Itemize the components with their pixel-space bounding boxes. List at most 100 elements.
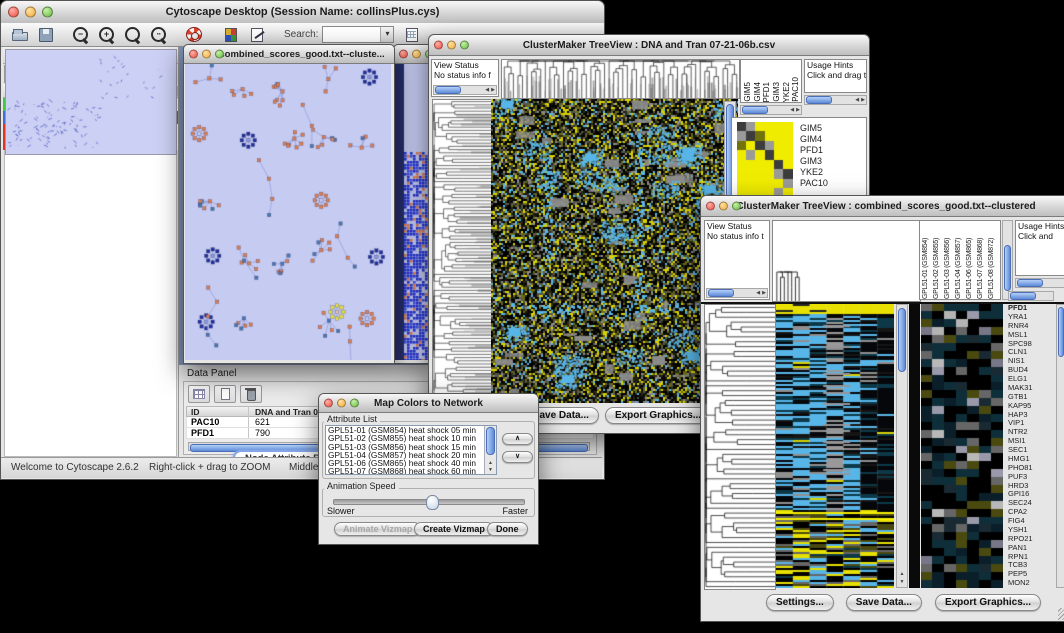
column-label[interactable]: GIM3: [772, 82, 782, 102]
maximize-icon[interactable]: [215, 50, 224, 59]
gene-vertical-scrollbar[interactable]: [1056, 304, 1064, 588]
column-label[interactable]: GPL51-08 (GSM872): [988, 238, 999, 299]
close-icon[interactable]: [399, 50, 408, 59]
heatmap-vertical-scrollbar[interactable]: [896, 304, 908, 588]
column-label[interactable]: GPL51-04 (GSM857): [955, 238, 966, 299]
scroll-up-icon[interactable]: [485, 460, 496, 467]
scrollbar-thumb[interactable]: [1004, 245, 1011, 291]
gene-label[interactable]: GIM3: [800, 156, 828, 167]
dense-network-canvas[interactable]: [395, 64, 430, 360]
column-dendrogram[interactable]: [772, 220, 921, 302]
close-icon[interactable]: [189, 50, 198, 59]
hints-scrollbar[interactable]: [804, 95, 867, 105]
toolbar-icon[interactable]: [36, 26, 56, 44]
gene-label[interactable]: PAC10: [800, 178, 828, 189]
column-scrollbar[interactable]: [740, 105, 802, 115]
column-label[interactable]: PFD1: [762, 82, 772, 102]
toolbar-icon[interactable]: [247, 26, 267, 44]
column-label[interactable]: GPL51-01 (GSM854): [922, 238, 933, 299]
gene-label[interactable]: GIM4: [800, 134, 828, 145]
minimize-icon[interactable]: [412, 50, 421, 59]
gene-label[interactable]: PFD1: [800, 145, 828, 156]
toolbar-icon[interactable]: [149, 26, 169, 44]
column-label[interactable]: GPL51-07 (GSM868): [977, 238, 988, 299]
scrollbar-thumb[interactable]: [742, 106, 768, 114]
scroll-up-icon[interactable]: [897, 570, 907, 578]
attribute-list[interactable]: GPL51-01 (GSM854) heat shock 05 minGPL51…: [325, 425, 497, 475]
minimize-icon[interactable]: [447, 41, 456, 50]
scrollbar-thumb[interactable]: [1058, 307, 1064, 357]
scroll-down-icon[interactable]: [485, 467, 496, 474]
gene-label[interactable]: YKE2: [800, 167, 828, 178]
scrollbar-thumb[interactable]: [1017, 279, 1043, 287]
search-input[interactable]: [322, 26, 394, 43]
column-label[interactable]: PAC10: [791, 77, 801, 102]
status-scrollbar[interactable]: [433, 85, 497, 95]
scroll-right-icon[interactable]: [795, 106, 801, 114]
similarity-matrix[interactable]: [737, 122, 793, 198]
summary-heatmap[interactable]: [921, 304, 1003, 588]
toolbar-icon[interactable]: [71, 26, 91, 44]
column-dendrogram[interactable]: [501, 59, 740, 99]
move-up-button[interactable]: ∧: [502, 433, 533, 445]
main-titlebar[interactable]: Cytoscape Desktop (Session Name: collins…: [1, 1, 604, 24]
scroll-right-icon[interactable]: [761, 289, 767, 297]
toolbar-icon[interactable]: [123, 26, 143, 44]
hints-scrollbar[interactable]: [1015, 278, 1064, 288]
column-label[interactable]: YKE2: [782, 82, 792, 102]
scroll-right-icon[interactable]: [860, 96, 866, 104]
network-overview-thumbnail[interactable]: [5, 49, 177, 155]
maximize-icon[interactable]: [460, 41, 469, 50]
minimize-icon[interactable]: [719, 202, 728, 211]
data-panel-icon[interactable]: [214, 385, 236, 403]
status-scrollbar[interactable]: [706, 288, 768, 298]
toolbar-icon[interactable]: [97, 26, 117, 44]
gene-label[interactable]: MON2: [1008, 579, 1054, 588]
treeview-button[interactable]: Settings...: [766, 594, 834, 611]
attribute-item[interactable]: GPL51-07 (GSM868) heat shock 60 min: [326, 467, 484, 474]
column-label[interactable]: GPL51-03 (GSM856): [944, 238, 955, 299]
scrollbar-thumb[interactable]: [486, 427, 495, 455]
maximize-icon[interactable]: [350, 399, 359, 408]
resize-grip[interactable]: [1058, 608, 1064, 620]
toolbar-icon[interactable]: [184, 26, 204, 44]
treeview2-titlebar[interactable]: ClusterMaker TreeView : combined_scores_…: [701, 196, 1064, 217]
scroll-right-icon[interactable]: [490, 86, 496, 94]
minimize-icon[interactable]: [202, 50, 211, 59]
scrollbar-thumb[interactable]: [1010, 292, 1036, 300]
dropdown-arrow-icon[interactable]: [380, 27, 393, 42]
network-titlebar[interactable]: combined_scores_good.txt--cluste...: [184, 45, 394, 64]
minimize-icon[interactable]: [337, 399, 346, 408]
list-scrollbar[interactable]: [484, 426, 496, 474]
create-vizmap-button[interactable]: Create Vizmap: [414, 522, 494, 536]
labels-scrollbar[interactable]: [1002, 220, 1013, 300]
scroll-down-icon[interactable]: [897, 578, 907, 586]
minimize-icon[interactable]: [25, 7, 36, 18]
toolbar-icon[interactable]: [10, 26, 30, 44]
dialog-titlebar[interactable]: Map Colors to Network: [319, 394, 538, 413]
row-dendrogram[interactable]: [432, 99, 492, 405]
treeview-button[interactable]: Export Graphics...: [605, 407, 711, 424]
id-column[interactable]: ID: [187, 407, 249, 417]
column-label[interactable]: GPL51-06 (GSM865): [966, 238, 977, 299]
animate-vizmap-button[interactable]: Animate Vizmap: [334, 522, 421, 536]
slider-thumb[interactable]: [426, 495, 439, 510]
animation-speed-slider[interactable]: [333, 499, 525, 505]
close-icon[interactable]: [8, 7, 19, 18]
toolbar-icon[interactable]: [221, 26, 241, 44]
scrollbar-thumb[interactable]: [435, 86, 461, 94]
gene-list-scrollbar[interactable]: [1008, 291, 1054, 301]
row-dendrogram[interactable]: [704, 304, 776, 590]
close-icon[interactable]: [434, 41, 443, 50]
import-table-icon[interactable]: [402, 26, 422, 44]
maximize-icon[interactable]: [732, 202, 741, 211]
data-panel-icon[interactable]: [240, 385, 262, 403]
scrollbar-thumb[interactable]: [898, 308, 906, 372]
treeview-button[interactable]: Export Graphics...: [935, 594, 1041, 611]
close-icon[interactable]: [324, 399, 333, 408]
maximize-icon[interactable]: [42, 7, 53, 18]
network-view-canvas[interactable]: [185, 64, 391, 360]
column-label[interactable]: GPL51-02 (GSM855): [933, 238, 944, 299]
treeview-button[interactable]: Save Data...: [846, 594, 922, 611]
data-panel-icon[interactable]: [188, 385, 210, 403]
